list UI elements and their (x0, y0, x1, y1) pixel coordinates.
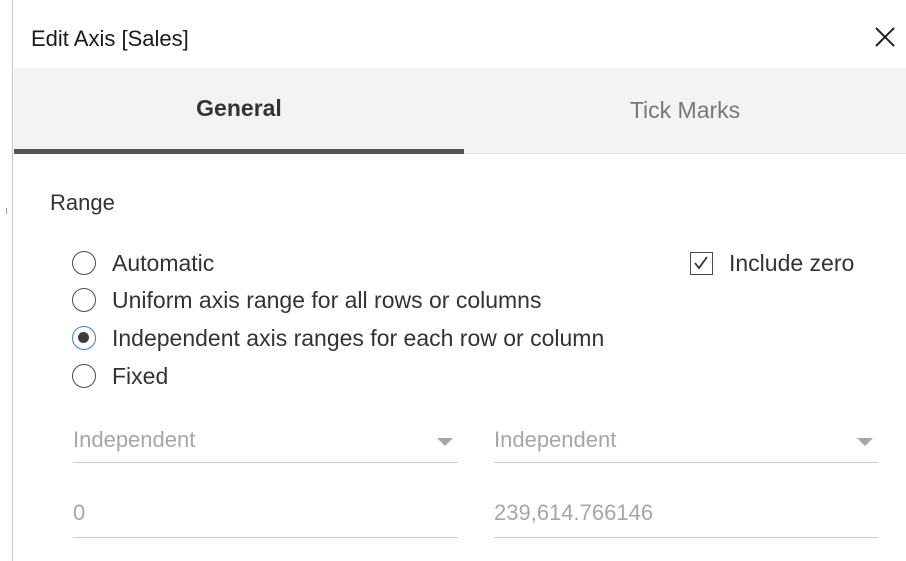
select-value: Independent (494, 427, 617, 452)
tab-tick-marks[interactable]: Tick Marks (464, 68, 906, 154)
edit-axis-dialog: Edit Axis [Sales] General Tick Marks Ran… (0, 0, 906, 561)
radio-independent[interactable]: Independent axis ranges for each row or … (72, 323, 604, 353)
radio-automatic[interactable]: Automatic (72, 248, 214, 278)
field-value: 239,614.766146 (494, 500, 654, 525)
close-button[interactable] (870, 22, 900, 52)
range-section-label: Range (50, 190, 115, 215)
radio-label: Automatic (112, 249, 215, 276)
field-value: 0 (73, 500, 86, 525)
dialog-title: Edit Axis [Sales] (31, 26, 189, 51)
radio-button[interactable] (72, 288, 96, 312)
checkbox[interactable] (690, 251, 713, 275)
radio-button-selected[interactable] (72, 326, 96, 350)
range-start-field[interactable]: 0 (73, 494, 458, 538)
radio-uniform[interactable]: Uniform axis range for all rows or colum… (72, 285, 541, 315)
radio-label: Uniform axis range for all rows or colum… (112, 286, 542, 313)
radio-label: Fixed (112, 362, 169, 389)
radio-label: Independent axis ranges for each row or … (112, 324, 605, 351)
range-end-field[interactable]: 239,614.766146 (494, 494, 878, 538)
tab-bar: General Tick Marks (14, 68, 906, 154)
checkmark-icon (694, 255, 708, 269)
radio-fixed[interactable]: Fixed (72, 361, 168, 391)
chevron-down-icon (857, 438, 873, 446)
radio-button[interactable] (72, 364, 96, 388)
left-edge-divider (0, 0, 13, 561)
range-end-select[interactable]: Independent (494, 421, 878, 463)
chevron-down-icon (437, 438, 453, 446)
close-icon (875, 27, 895, 47)
radio-button[interactable] (72, 251, 96, 275)
include-zero-checkbox[interactable]: Include zero (690, 248, 854, 278)
tab-general[interactable]: General (14, 68, 464, 154)
select-value: Independent (73, 427, 196, 452)
edge-tick (6, 208, 7, 214)
range-start-select[interactable]: Independent (73, 421, 458, 463)
include-zero-label: Include zero (729, 249, 855, 276)
